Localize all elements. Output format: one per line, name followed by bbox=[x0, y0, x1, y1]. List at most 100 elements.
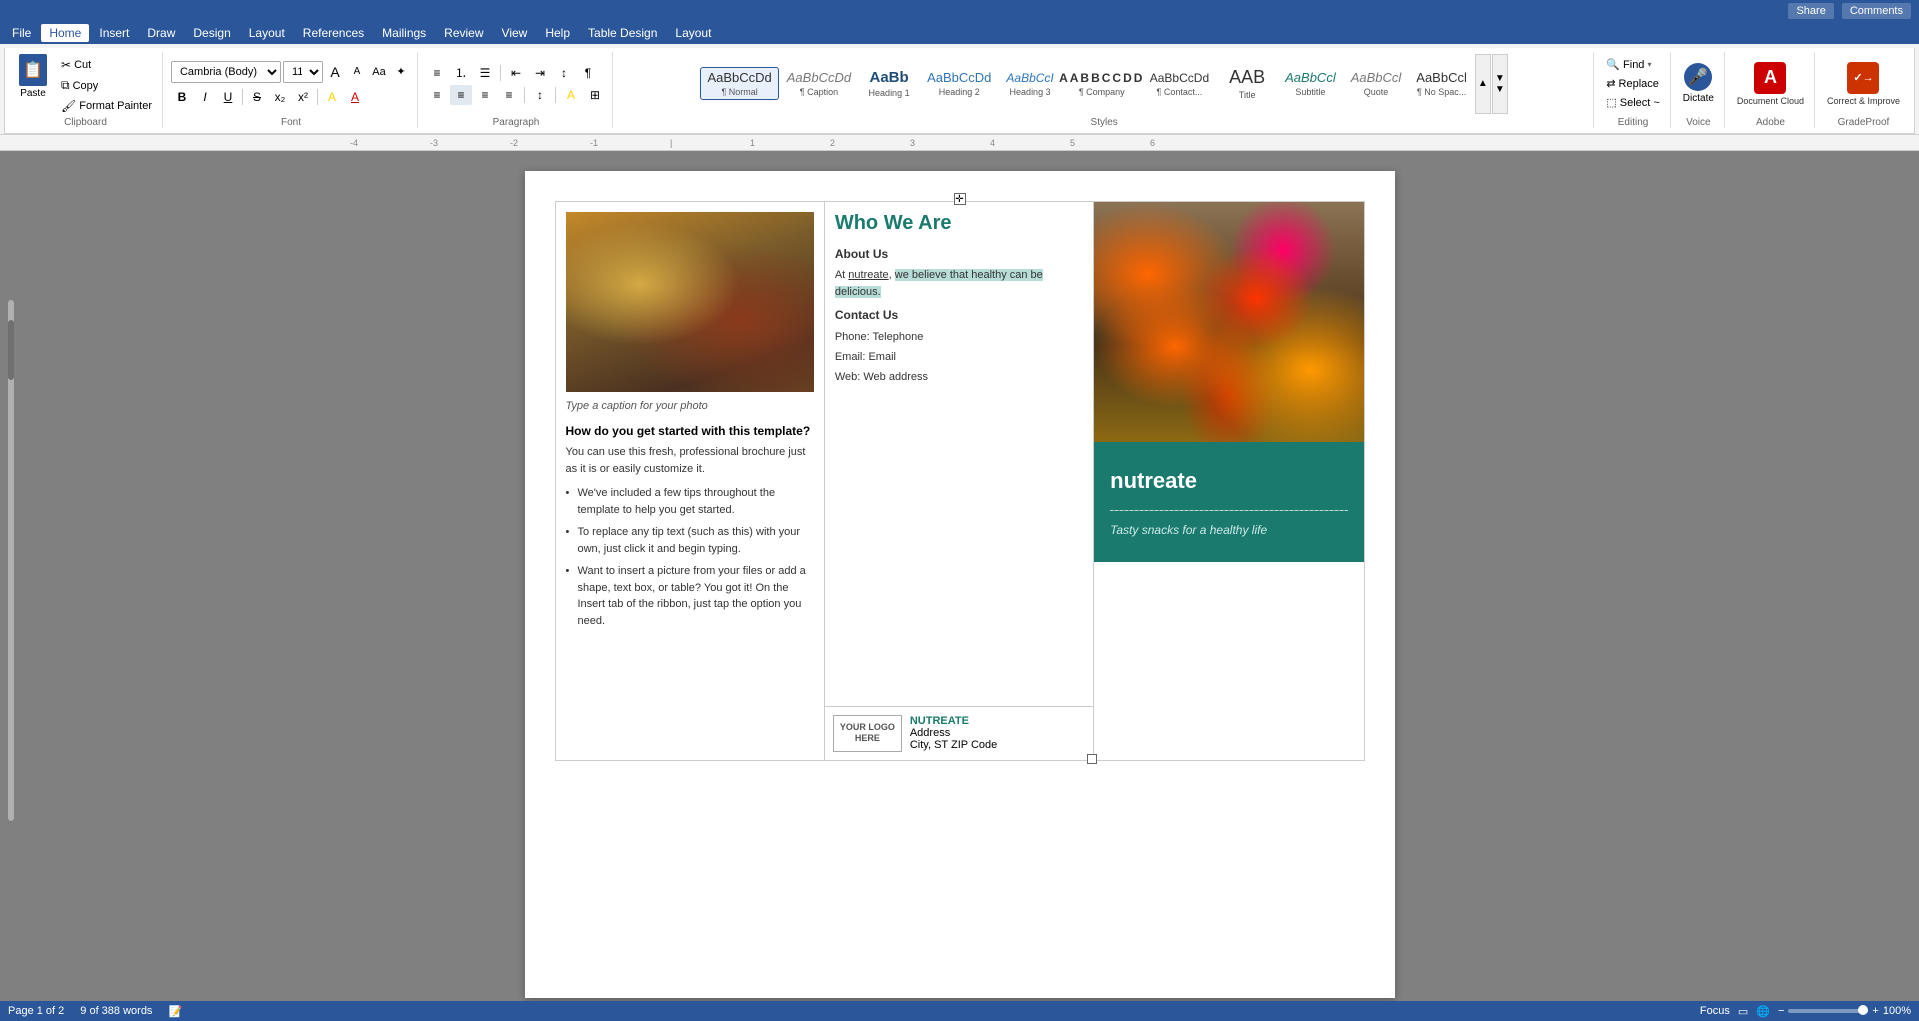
proofing-icon[interactable]: 📝 bbox=[168, 1005, 182, 1018]
style-heading2-button[interactable]: AaBbCcDd Heading 2 bbox=[920, 67, 998, 100]
align-left-button[interactable]: ≡ bbox=[426, 85, 448, 105]
menu-mailings[interactable]: Mailings bbox=[374, 24, 434, 42]
view-print-icon[interactable]: ▭ bbox=[1738, 1005, 1748, 1018]
nutreate-link[interactable]: nutreate bbox=[848, 269, 888, 281]
style-quote-button[interactable]: AaBbCcl Quote bbox=[1344, 67, 1409, 100]
intro-body-text[interactable]: You can use this fresh, professional bro… bbox=[566, 444, 814, 477]
style-caption-button[interactable]: AaBbCcDd ¶ Caption bbox=[780, 67, 858, 100]
copy-button[interactable]: ⧉ Copy bbox=[57, 76, 156, 95]
tip-3[interactable]: Want to insert a picture from your files… bbox=[566, 563, 814, 629]
cut-button[interactable]: ✂ Cut bbox=[57, 56, 156, 74]
style-title-button[interactable]: AAB Title bbox=[1217, 64, 1277, 103]
tip-2[interactable]: To replace any tip text (such as this) w… bbox=[566, 524, 814, 557]
align-center-button[interactable]: ≡ bbox=[450, 85, 472, 105]
decrease-indent-button[interactable]: ⇤ bbox=[505, 63, 527, 83]
style-heading1-button[interactable]: AaBb Heading 1 bbox=[859, 66, 919, 101]
document-cloud-button[interactable]: A Document Cloud bbox=[1733, 58, 1808, 110]
correct-improve-button[interactable]: ✓→ Correct & Improve bbox=[1823, 58, 1904, 110]
align-right-button[interactable]: ≡ bbox=[474, 85, 496, 105]
comments-btn[interactable]: Comments bbox=[1842, 3, 1911, 19]
menu-insert[interactable]: Insert bbox=[91, 24, 137, 42]
subscript-button[interactable]: x₂ bbox=[269, 87, 291, 107]
menu-layout2[interactable]: Layout bbox=[667, 24, 719, 42]
zoom-out-button[interactable]: − bbox=[1778, 1005, 1784, 1017]
strikethrough-button[interactable]: S bbox=[246, 87, 268, 107]
style-nospacing-button[interactable]: AaBbCcl ¶ No Spac... bbox=[1409, 67, 1474, 100]
menu-tabledesign[interactable]: Table Design bbox=[580, 24, 665, 42]
paste-button[interactable]: 📋 Paste bbox=[15, 52, 51, 101]
font-family-select[interactable]: Cambria (Body) bbox=[171, 61, 281, 83]
brand-name[interactable]: nutreate bbox=[1110, 468, 1197, 494]
vertical-scrollbar-thumb[interactable] bbox=[8, 320, 14, 380]
email-info[interactable]: Email: Email bbox=[835, 348, 1083, 368]
font-size-select[interactable]: 11 bbox=[283, 61, 323, 83]
change-case-button[interactable]: Aa bbox=[369, 62, 389, 82]
find-button[interactable]: 🔍 Find ▾ bbox=[1602, 56, 1655, 73]
line-spacing-button[interactable]: ↕ bbox=[529, 85, 551, 105]
share-btn[interactable]: Share bbox=[1788, 3, 1833, 19]
sort-button[interactable]: ↕ bbox=[553, 63, 575, 83]
style-subtitle-button[interactable]: AaBbCcl Subtitle bbox=[1278, 67, 1343, 100]
zoom-bar: − + 100% bbox=[1778, 1005, 1911, 1017]
how-started-heading[interactable]: How do you get started with this templat… bbox=[566, 424, 814, 438]
menu-draw[interactable]: Draw bbox=[139, 24, 183, 42]
underline-button[interactable]: U bbox=[217, 87, 239, 107]
clear-formatting-button[interactable]: ✦ bbox=[391, 62, 411, 82]
zoom-in-button[interactable]: + bbox=[1872, 1005, 1878, 1017]
sep5 bbox=[555, 87, 556, 103]
replace-button[interactable]: ⇄ Replace bbox=[1602, 75, 1663, 92]
about-us-heading[interactable]: About Us bbox=[835, 247, 1083, 261]
menu-references[interactable]: References bbox=[295, 24, 372, 42]
style-heading3-button[interactable]: AaBbCcI Heading 3 bbox=[999, 68, 1060, 100]
logo-placeholder[interactable]: YOUR LOGOHERE bbox=[833, 715, 902, 752]
shading-button[interactable]: A bbox=[560, 85, 582, 105]
find-dropdown-icon: ▾ bbox=[1647, 60, 1651, 69]
contact-us-heading[interactable]: Contact Us bbox=[835, 308, 1083, 322]
menu-file[interactable]: File bbox=[4, 24, 39, 42]
phone-info[interactable]: Phone: Telephone bbox=[835, 328, 1083, 348]
who-we-are-heading[interactable]: Who We Are bbox=[835, 212, 1083, 235]
font-shrink-button[interactable]: A bbox=[347, 62, 367, 82]
vertical-scrollbar-track[interactable] bbox=[8, 300, 14, 821]
superscript-button[interactable]: x² bbox=[292, 87, 314, 107]
brand-tagline[interactable]: Tasty snacks for a healthy life bbox=[1110, 523, 1267, 537]
menu-review[interactable]: Review bbox=[436, 24, 491, 42]
justify-button[interactable]: ≡ bbox=[498, 85, 520, 105]
company-name[interactable]: NUTREATE bbox=[910, 715, 997, 727]
company-address[interactable]: Address bbox=[910, 727, 997, 739]
bold-button[interactable]: B bbox=[171, 87, 193, 107]
numbering-button[interactable]: ⒈ bbox=[450, 63, 472, 83]
menu-layout[interactable]: Layout bbox=[241, 24, 293, 42]
web-info[interactable]: Web: Web address bbox=[835, 368, 1083, 388]
style-normal-button[interactable]: AaBbCcDd ¶ Normal bbox=[700, 67, 778, 100]
style-company-button[interactable]: AABBCCDD ¶ Company bbox=[1062, 68, 1142, 100]
format-painter-button[interactable]: 🖌 Format Painter bbox=[57, 97, 156, 115]
dictate-button[interactable]: 🎤 Dictate bbox=[1679, 59, 1718, 108]
zoom-track[interactable] bbox=[1788, 1009, 1868, 1013]
menu-help[interactable]: Help bbox=[537, 24, 578, 42]
menu-design[interactable]: Design bbox=[185, 24, 238, 42]
italic-button[interactable]: I bbox=[194, 87, 216, 107]
bullets-button[interactable]: ≡ bbox=[426, 63, 448, 83]
styles-scroll-up[interactable]: ▲ bbox=[1475, 54, 1491, 114]
about-us-text[interactable]: At nutreate, we believe that healthy can… bbox=[835, 267, 1083, 300]
borders-button[interactable]: ⊞ bbox=[584, 85, 606, 105]
tip-1[interactable]: We've included a few tips throughout the… bbox=[566, 485, 814, 518]
menu-view[interactable]: View bbox=[494, 24, 536, 42]
ribbon: 📋 Paste ✂ Cut ⧉ Copy 🖌 bbox=[0, 44, 1919, 135]
increase-indent-button[interactable]: ⇥ bbox=[529, 63, 551, 83]
style-contact-button[interactable]: AaBbCcDd ¶ Contact... bbox=[1143, 68, 1216, 100]
select-button[interactable]: ⬚ Select ~ bbox=[1602, 94, 1663, 111]
zoom-thumb[interactable] bbox=[1858, 1005, 1868, 1015]
view-web-icon[interactable]: 🌐 bbox=[1756, 1005, 1770, 1018]
font-color-button[interactable]: A bbox=[344, 87, 366, 107]
focus-label[interactable]: Focus bbox=[1700, 1005, 1730, 1017]
photo-caption[interactable]: Type a caption for your photo bbox=[566, 400, 814, 412]
company-city-zip[interactable]: City, ST ZIP Code bbox=[910, 739, 997, 751]
show-marks-button[interactable]: ¶ bbox=[577, 63, 599, 83]
multilevel-button[interactable]: ☰ bbox=[474, 63, 496, 83]
font-grow-button[interactable]: A bbox=[325, 62, 345, 82]
menu-home[interactable]: Home bbox=[41, 24, 89, 42]
text-highlight-button[interactable]: A bbox=[321, 87, 343, 107]
styles-scroll-down[interactable]: ▼▼ bbox=[1492, 54, 1508, 114]
